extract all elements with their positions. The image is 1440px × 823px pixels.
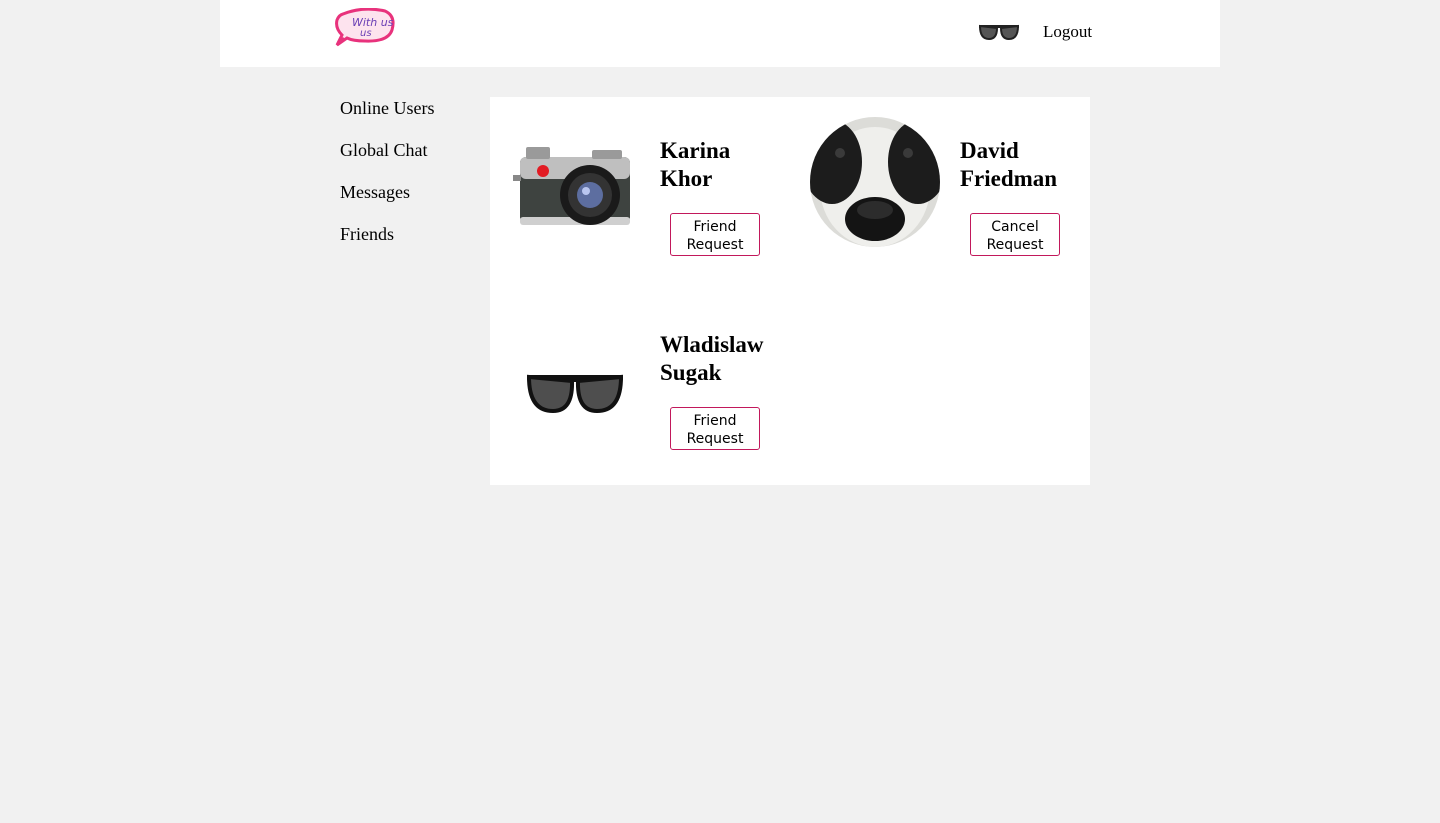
user-name: Wladislaw Sugak	[660, 332, 764, 385]
cancel-request-button[interactable]: Cancel Request	[970, 213, 1060, 256]
sidebar-item-online-users[interactable]: Online Users	[340, 96, 470, 120]
camera-avatar-icon[interactable]	[510, 117, 640, 247]
sidebar-item-global-chat[interactable]: Global Chat	[340, 138, 470, 162]
sunglasses-avatar-icon[interactable]	[978, 20, 1020, 44]
user-card: David Friedman Cancel Request	[790, 97, 1090, 257]
logout-link[interactable]: Logout	[1043, 21, 1092, 43]
sunglasses-avatar-icon[interactable]	[510, 311, 640, 441]
sidebar-nav: Online Users Global Chat Messages Friend…	[340, 96, 470, 264]
user-name: Karina Khor	[660, 138, 731, 191]
user-name: David Friedman	[960, 138, 1058, 191]
sidebar-item-messages[interactable]: Messages	[340, 180, 470, 204]
online-users-panel: Karina Khor Friend Request David Friedma…	[490, 97, 1090, 485]
friend-request-button[interactable]: Friend Request	[670, 407, 760, 450]
top-header: With us us Logout	[220, 0, 1220, 67]
logo-wordmark: With us	[352, 16, 394, 29]
panda-face-avatar-icon[interactable]	[810, 117, 940, 247]
user-card: Wladislaw Sugak Friend Request	[490, 291, 790, 451]
svg-text:us: us	[360, 28, 372, 39]
sidebar-item-friends[interactable]: Friends	[340, 222, 470, 246]
with-us-logo-icon[interactable]: With us us	[333, 8, 395, 48]
friend-request-button[interactable]: Friend Request	[670, 213, 760, 256]
user-card: Karina Khor Friend Request	[490, 97, 790, 257]
